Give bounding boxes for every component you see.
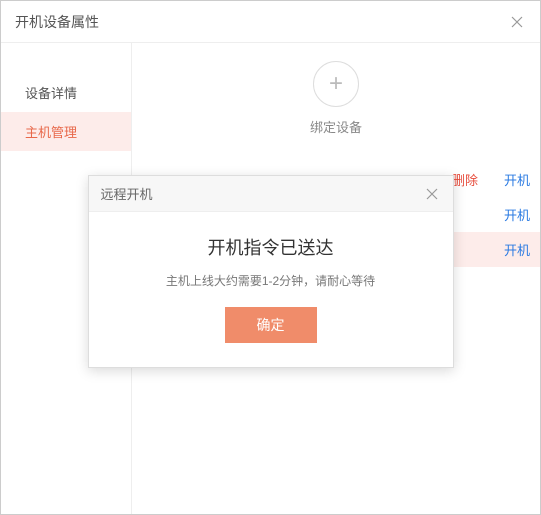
modal-text: 主机上线大约需要1-2分钟，请耐心等待 xyxy=(109,272,433,289)
modal-heading: 开机指令已送达 xyxy=(109,234,433,260)
modal-header: 远程开机 xyxy=(89,176,453,212)
modal-body: 开机指令已送达 主机上线大约需要1-2分钟，请耐心等待 确定 xyxy=(89,212,453,367)
modal-title: 远程开机 xyxy=(101,184,153,203)
window: 开机设备属性 设备详情 主机管理 + 绑定设备 453D xyxy=(0,0,541,515)
ok-button[interactable]: 确定 xyxy=(225,307,317,343)
close-icon[interactable] xyxy=(423,185,441,203)
modal-overlay: 远程开机 开机指令已送达 主机上线大约需要1-2分钟，请耐心等待 确定 xyxy=(1,1,540,514)
modal: 远程开机 开机指令已送达 主机上线大约需要1-2分钟，请耐心等待 确定 xyxy=(88,175,454,368)
